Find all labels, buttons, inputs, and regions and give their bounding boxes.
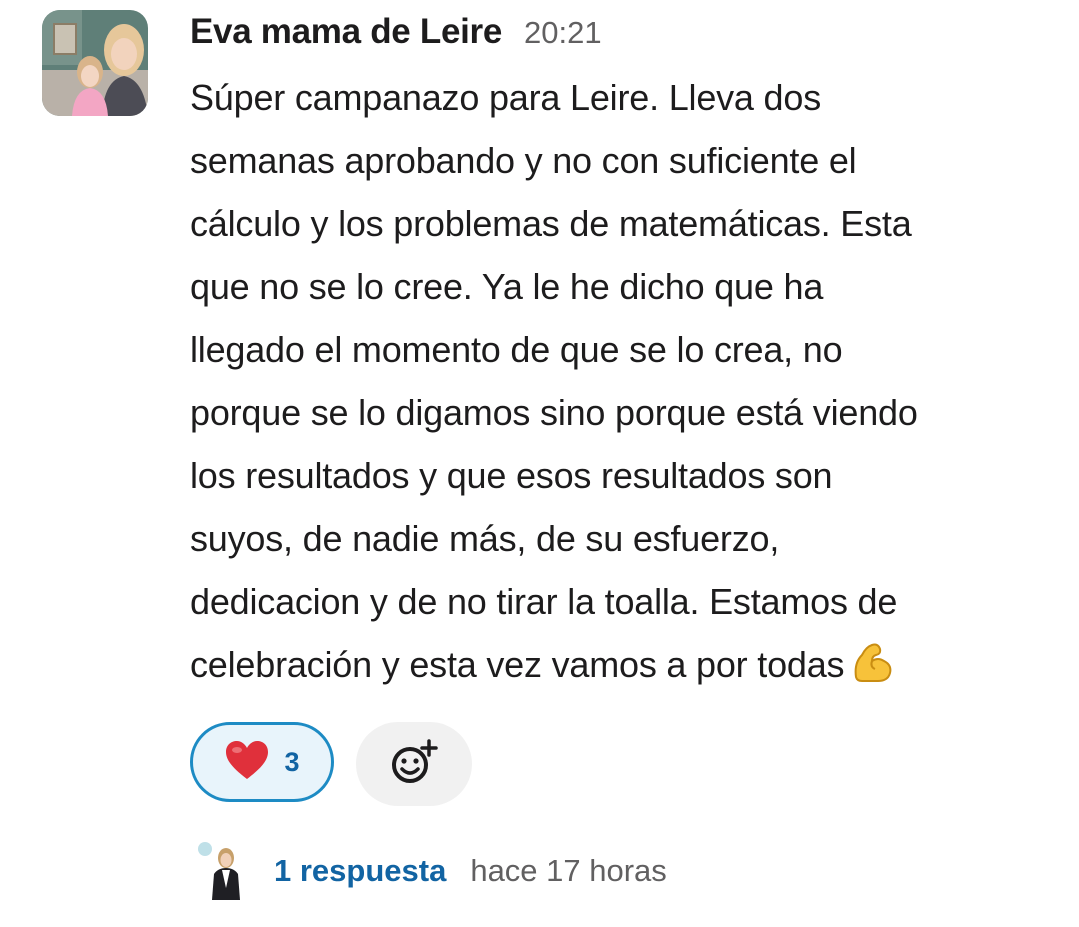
author-avatar[interactable]: [42, 10, 148, 116]
reply-count-link[interactable]: 1 respuesta: [274, 853, 446, 889]
last-reply-time: hace 17 horas: [470, 853, 667, 888]
author-name[interactable]: Eva mama de Leire: [190, 12, 502, 52]
message-line: suyos, de nadie más, de su esfuerzo,: [190, 518, 780, 559]
avatar-photo: [42, 10, 148, 116]
reactions-bar: 3: [190, 722, 472, 806]
flexed-biceps-icon: [850, 639, 894, 702]
message-line: cálculo y los problemas de matemáticas. …: [190, 203, 912, 244]
message-line: semanas aprobando y no con suficiente el: [190, 140, 857, 181]
message-header: Eva mama de Leire 20:21: [190, 12, 602, 56]
message-line: llegado el momento de que se lo crea, no: [190, 329, 843, 370]
message-line: que no se lo cree. Ya le he dicho que ha: [190, 266, 824, 307]
add-reaction-button[interactable]: [356, 722, 472, 806]
message-line: dedicacion y de no tirar la toalla. Esta…: [190, 581, 898, 622]
reaction-heart[interactable]: 3: [190, 722, 334, 802]
message-line: celebración y esta vez vamos a por todas: [190, 644, 845, 685]
reaction-count: 3: [284, 746, 300, 777]
add-emoji-icon: [389, 738, 439, 790]
message-timestamp[interactable]: 20:21: [524, 15, 602, 51]
message-line: Súper campanazo para Leire. Lleva dos: [190, 77, 822, 118]
message-body: Súper campanazo para Leire. Lleva dos se…: [190, 66, 1050, 702]
message-last-line: celebración y esta vez vamos a por todas: [190, 633, 1050, 702]
thread-summary[interactable]: 1 respuesta hace 17 horas: [196, 840, 667, 902]
red-heart-icon: [224, 739, 270, 786]
replier-avatar[interactable]: [196, 840, 252, 902]
message-line: los resultados y que esos resultados son: [190, 455, 833, 496]
message-line: porque se lo digamos sino porque está vi…: [190, 392, 918, 433]
